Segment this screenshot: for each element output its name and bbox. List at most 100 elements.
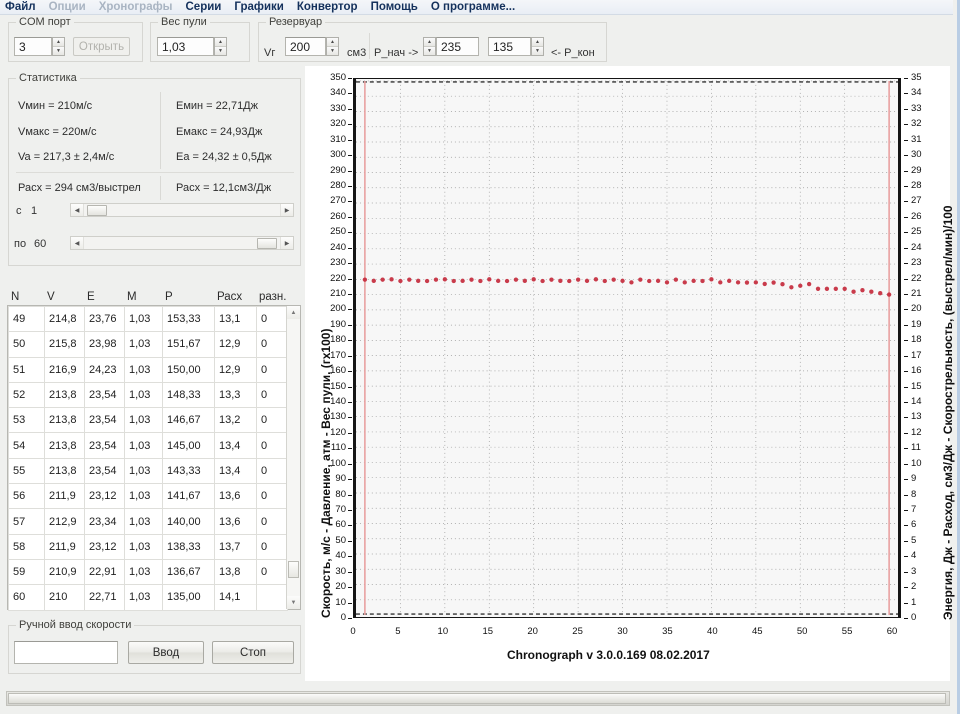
- table-row[interactable]: 49 214,8 23,76 1,03 153,33 13,1 0: [8, 305, 288, 333]
- table-cell: 153,33: [162, 305, 215, 333]
- table-cell: 1,03: [124, 533, 163, 560]
- table-row[interactable]: 59 210,9 22,91 1,03 136,67 13,8 0: [8, 558, 288, 586]
- table-row[interactable]: 54 213,8 23,54 1,03 145,00 13,4 0: [8, 432, 288, 459]
- stop-button[interactable]: Стоп: [212, 641, 294, 664]
- range-from-slider-right-arrow[interactable]: ▶: [280, 204, 293, 216]
- data-point: [886, 292, 892, 297]
- y-tick-mark-left: [348, 155, 352, 157]
- y-tick-mark-right: [904, 571, 908, 573]
- y-tick-mark-left: [348, 540, 352, 542]
- p-end-label: <- P_кон: [551, 47, 595, 59]
- p-start-input[interactable]: 235: [436, 37, 479, 56]
- y-tick-mark-left: [348, 432, 352, 434]
- results-table-scroll-up-button[interactable]: ▲: [287, 306, 300, 319]
- range-from-slider-track[interactable]: [84, 204, 280, 216]
- range-from-slider[interactable]: ◀ ▶: [70, 203, 294, 217]
- x-tick-9: 45: [751, 626, 763, 637]
- table-cell: 55: [8, 457, 45, 485]
- table-row[interactable]: 50 215,8 23,98 1,03 151,67 12,9 0: [8, 331, 288, 358]
- x-tick-2: 10: [437, 626, 449, 637]
- y-tick-left-35: 350: [330, 72, 346, 83]
- open-port-button[interactable]: Открыть: [73, 37, 130, 56]
- y-tick-left-24: 240: [330, 241, 346, 253]
- y-tick-mark-left: [348, 278, 352, 280]
- range-from-slider-left-arrow[interactable]: ◀: [71, 204, 84, 216]
- table-cell: 0: [256, 356, 288, 383]
- range-from-slider-thumb[interactable]: [87, 205, 107, 216]
- table-row[interactable]: 55 213,8 23,54 1,03 143,33 13,4 0: [8, 457, 288, 485]
- y-tick-mark-right: [904, 525, 908, 527]
- results-table-scroll-thumb[interactable]: [288, 561, 299, 578]
- com-port-input[interactable]: 3: [14, 37, 52, 56]
- y-tick-right-28: 28: [911, 180, 922, 191]
- p-start-spinner[interactable]: ▲ ▼: [423, 37, 436, 56]
- table-cell: 0: [256, 508, 288, 535]
- y-tick-right-26: 26: [911, 210, 922, 222]
- enter-button[interactable]: Ввод: [128, 641, 204, 664]
- manual-speed-input[interactable]: [14, 641, 118, 664]
- horizontal-scrollbar[interactable]: [6, 691, 950, 706]
- y-tick-right-19: 19: [911, 318, 922, 330]
- p-end-input[interactable]: 135: [488, 37, 531, 56]
- results-table[interactable]: 49 214,8 23,76 1,03 153,33 13,1 0 50 215,8 23,98 1…: [7, 305, 301, 611]
- p-start-spinner-down[interactable]: ▼: [424, 47, 435, 55]
- p-end-spinner-up[interactable]: ▲: [532, 38, 543, 47]
- stat-v-min: Vмин = 210м/с: [18, 100, 93, 112]
- menu-item-5[interactable]: Конвертор: [297, 0, 358, 14]
- bullet-weight-input[interactable]: 1,03: [157, 37, 214, 56]
- y-tick-mark-left: [348, 93, 352, 95]
- bullet-weight-spinner[interactable]: ▲ ▼: [214, 37, 227, 56]
- menu-item-3[interactable]: Серии: [186, 0, 222, 14]
- com-port-spinner-up[interactable]: ▲: [53, 38, 64, 47]
- data-point: [531, 277, 536, 282]
- y-tick-mark-left: [348, 510, 352, 511]
- x-tick-3: 15: [482, 626, 494, 637]
- bullet-weight-spinner-up[interactable]: ▲: [215, 38, 226, 47]
- data-point: [611, 277, 616, 282]
- range-to-slider-thumb[interactable]: [257, 238, 277, 249]
- y-tick-left-29: 290: [330, 164, 346, 176]
- results-table-scrollbar[interactable]: ▲ ▼: [286, 306, 300, 609]
- table-cell: 0: [256, 305, 288, 333]
- p-end-spinner[interactable]: ▲ ▼: [531, 37, 544, 56]
- table-cell: 141,67: [162, 483, 215, 510]
- results-table-scroll-down-button[interactable]: ▼: [287, 596, 300, 609]
- chart-plot-area[interactable]: [353, 78, 901, 618]
- menu-item-7[interactable]: О программе...: [431, 0, 515, 14]
- vg-units-label: см3: [347, 47, 367, 59]
- x-tick-10: 50: [796, 626, 808, 637]
- table-cell: 140,00: [162, 508, 215, 535]
- table-row[interactable]: 52 213,8 23,54 1,03 148,33 13,3 0: [8, 381, 288, 409]
- data-point: [860, 287, 865, 293]
- p-end-spinner-down[interactable]: ▼: [532, 47, 543, 55]
- range-to-label: по: [14, 238, 27, 250]
- table-cell: 57: [8, 508, 45, 535]
- com-port-spinner-down[interactable]: ▼: [53, 47, 64, 55]
- menu-item-0[interactable]: Файл: [5, 0, 36, 14]
- data-point: [451, 278, 456, 284]
- table-cell: 24,23: [84, 356, 125, 383]
- table-row[interactable]: 53 213,8 23,54 1,03 146,67 13,2 0: [8, 407, 288, 434]
- bullet-weight-spinner-down[interactable]: ▼: [215, 47, 226, 55]
- range-to-slider-track[interactable]: [84, 237, 280, 249]
- com-port-group-label: COM порт: [16, 16, 74, 28]
- vg-spinner-up[interactable]: ▲: [327, 38, 338, 47]
- range-to-slider-left-arrow[interactable]: ◀: [71, 237, 84, 249]
- vg-spinner-down[interactable]: ▼: [327, 47, 338, 55]
- com-port-spinner[interactable]: ▲ ▼: [52, 37, 65, 56]
- table-row[interactable]: 51 216,9 24,23 1,03 150,00 12,9 0: [8, 356, 288, 383]
- vg-spinner[interactable]: ▲ ▼: [326, 37, 339, 56]
- reservoir-divider: [369, 33, 370, 59]
- table-row[interactable]: 57 212,9 23,34 1,03 140,00 13,6 0: [8, 508, 288, 535]
- horizontal-scrollbar-thumb[interactable]: [8, 693, 946, 704]
- table-row[interactable]: 60 210 22,71 1,03 135,00 14,1: [8, 584, 288, 611]
- table-row[interactable]: 56 211,9 23,12 1,03 141,67 13,6 0: [8, 483, 288, 510]
- p-start-spinner-up[interactable]: ▲: [424, 38, 435, 47]
- menu-item-4[interactable]: Графики: [234, 0, 283, 14]
- range-to-slider-right-arrow[interactable]: ▶: [280, 237, 293, 249]
- menu-item-6[interactable]: Помощь: [371, 0, 418, 14]
- vg-input[interactable]: 200: [285, 37, 326, 56]
- range-to-slider[interactable]: ◀ ▶: [70, 236, 294, 250]
- table-row[interactable]: 58 211,9 23,12 1,03 138,33 13,7 0: [8, 533, 288, 560]
- table-cell: 136,67: [162, 558, 215, 586]
